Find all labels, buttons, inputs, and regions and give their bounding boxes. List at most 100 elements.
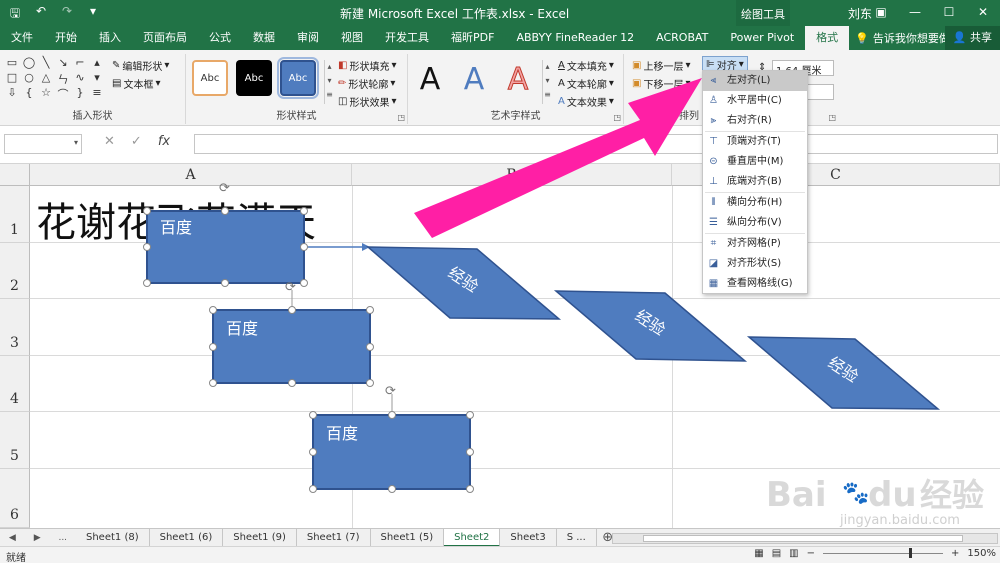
bring-forward-button[interactable]: ▣ 上移一层 ▾ [632, 58, 690, 73]
shape-fill-button[interactable]: ◧ 形状填充 ▾ [338, 58, 396, 73]
sheet-tab[interactable]: S ... [557, 528, 597, 547]
tab-data[interactable]: 数据 [242, 26, 286, 50]
menu-item-distribute-vertical[interactable]: ☰ 纵向分布(V) [703, 213, 807, 233]
sheet-tab[interactable]: Sheet1 (8) [76, 528, 150, 547]
cancel-icon[interactable]: ✕ [104, 134, 115, 149]
shape-circle-icon[interactable]: ○ [21, 71, 37, 86]
shape-styles-launcher-icon[interactable]: ◳ [397, 113, 405, 122]
shape-connector-icon[interactable]: ㄣ [55, 71, 71, 86]
shape-arrow-icon[interactable]: ⇩ [4, 86, 20, 101]
close-icon[interactable]: ✕ [966, 0, 1000, 26]
sheet-next-icon[interactable]: ▶ [34, 533, 41, 543]
wordart-style-scroll[interactable]: ▴ ▾ ≡ [542, 60, 552, 104]
scrollbar-thumb[interactable] [643, 535, 963, 542]
name-box-dropdown-icon[interactable]: ▾ [74, 138, 78, 147]
row-header-2[interactable]: 2 [0, 243, 30, 299]
edit-shape-button[interactable]: ✎ 编辑形状 ▾ [112, 58, 169, 73]
text-fill-button[interactable]: A 文本填充 ▾ [558, 58, 614, 73]
menu-item-align-top[interactable]: ⊤ 顶端对齐(T) [703, 132, 807, 152]
cell-a1-text[interactable]: 花谢花飞花满天 [36, 190, 316, 248]
customize-icon[interactable]: ▾ [84, 4, 102, 25]
zoom-slider[interactable] [823, 548, 944, 558]
undo-icon[interactable]: ↶ [32, 4, 50, 25]
tab-insert[interactable]: 插入 [88, 26, 132, 50]
minimize-icon[interactable]: — [898, 0, 932, 26]
shape-more-icon[interactable]: ▴ [89, 56, 105, 71]
page-layout-view-icon[interactable]: ▤ [772, 548, 781, 559]
row-header-3[interactable]: 3 [0, 299, 30, 356]
sheet-prev-icon[interactable]: ◀ [9, 533, 16, 543]
wordart-style-3[interactable]: A [496, 58, 540, 102]
save-icon[interactable]: 🖫 [6, 4, 24, 25]
shape-style-3[interactable]: Abc [277, 57, 319, 99]
maximize-icon[interactable]: ☐ [932, 0, 966, 26]
sheet-more[interactable]: ... [58, 533, 67, 543]
shape-elbow-icon[interactable]: ⌐ [72, 56, 88, 71]
shape-triangle-icon[interactable]: △ [38, 71, 54, 86]
tab-view[interactable]: 视图 [330, 26, 374, 50]
tab-formulas[interactable]: 公式 [198, 26, 242, 50]
shape-style-scroll[interactable]: ▴ ▾ ≡ [324, 60, 334, 104]
shape-star-icon[interactable]: ☆ [38, 86, 54, 101]
sheet-tab[interactable]: Sheet3 [500, 528, 557, 547]
tab-abbyy[interactable]: ABBYY FineReader 12 [505, 26, 645, 50]
menu-item-view-gridlines[interactable]: ▦ 查看网格线(G) [703, 274, 807, 294]
select-all-corner[interactable] [0, 164, 30, 186]
menu-item-distribute-horizontal[interactable]: ⫴ 横向分布(H) [703, 193, 807, 213]
shape-line-icon[interactable]: ╲ [38, 56, 54, 71]
shape-style-1[interactable]: Abc [192, 60, 228, 96]
sheet-tab[interactable]: Sheet1 (5) [371, 528, 445, 547]
zoom-out-icon[interactable]: − [807, 548, 815, 559]
text-outline-button[interactable]: A 文本轮廓 ▾ [558, 76, 614, 91]
column-header-b[interactable]: B [352, 164, 672, 186]
horizontal-scrollbar[interactable] [612, 533, 998, 544]
tab-format[interactable]: 格式 [805, 26, 850, 50]
column-header-a[interactable]: A [30, 164, 352, 186]
formula-input[interactable] [194, 134, 998, 154]
shape-gallery[interactable]: ▭ ◯ ╲ ↘ ⌐ ▴ □ ○ △ ㄣ ∿ ▾ ⇩ { ☆ ⌒ } ≡ [4, 56, 106, 104]
menu-item-align-left[interactable]: ⫷ 左对齐(L) [703, 71, 807, 91]
menu-item-align-bottom[interactable]: ⊥ 底端对齐(B) [703, 172, 807, 192]
sheet-tab[interactable]: Sheet1 (9) [223, 528, 297, 547]
zoom-level[interactable]: 150% [967, 548, 996, 559]
tab-page-layout[interactable]: 页面布局 [132, 26, 198, 50]
menu-item-align-center[interactable]: ♙ 水平居中(C) [703, 91, 807, 111]
tab-power-pivot[interactable]: Power Pivot [719, 26, 805, 50]
shape-arrow-line-icon[interactable]: ↘ [55, 56, 71, 71]
row-header-5[interactable]: 5 [0, 412, 30, 469]
tab-foxit-pdf[interactable]: 福昕PDF [440, 26, 505, 50]
text-box-button[interactable]: ▤ 文本框 ▾ [112, 76, 160, 91]
zoom-in-icon[interactable]: + [951, 548, 959, 559]
shape-brace-icon[interactable]: { [21, 86, 37, 101]
share-button[interactable]: 👤 共享 [944, 26, 1000, 50]
sheet-tab[interactable]: Sheet1 (6) [150, 528, 224, 547]
shape-style-2[interactable]: Abc [236, 60, 272, 96]
send-backward-button[interactable]: ▣ 下移一层 ▾ [632, 76, 690, 91]
menu-item-snap-grid[interactable]: ⌗ 对齐网格(P) [703, 234, 807, 254]
shape-outline-button[interactable]: ✏ 形状轮廓 ▾ [338, 76, 395, 91]
wordart-launcher-icon[interactable]: ◳ [613, 113, 621, 122]
shape-oval-icon[interactable]: ◯ [21, 56, 37, 71]
row-header-6[interactable]: 6 [0, 469, 30, 528]
shape-brace2-icon[interactable]: } [72, 86, 88, 101]
tab-home[interactable]: 开始 [44, 26, 88, 50]
menu-item-align-middle[interactable]: ⊝ 垂直居中(M) [703, 152, 807, 172]
tab-developer[interactable]: 开发工具 [374, 26, 440, 50]
shape-rect-icon[interactable]: ▭ [4, 56, 20, 71]
page-break-view-icon[interactable]: ▥ [789, 548, 798, 559]
ribbon-display-icon[interactable]: ▣ [864, 0, 898, 26]
size-launcher-icon[interactable]: ◳ [828, 113, 836, 122]
shape-freeform-icon[interactable]: ⌒ [55, 86, 71, 101]
tab-review[interactable]: 审阅 [286, 26, 330, 50]
menu-item-align-right[interactable]: ⫸ 右对齐(R) [703, 111, 807, 131]
redo-icon[interactable]: ↷ [58, 4, 76, 25]
name-box[interactable]: ▾ [4, 134, 82, 154]
insert-function-icon[interactable]: fx [158, 134, 170, 149]
wordart-style-1[interactable]: A [408, 58, 452, 102]
shape-curve-icon[interactable]: ∿ [72, 71, 88, 86]
row-header-4[interactable]: 4 [0, 356, 30, 412]
sheet-tab-active[interactable]: Sheet2 [444, 528, 501, 547]
shape-expand-icon[interactable]: ≡ [89, 86, 105, 101]
wordart-style-2[interactable]: A [452, 58, 496, 102]
shape-scroll-icon[interactable]: ▾ [89, 71, 105, 86]
